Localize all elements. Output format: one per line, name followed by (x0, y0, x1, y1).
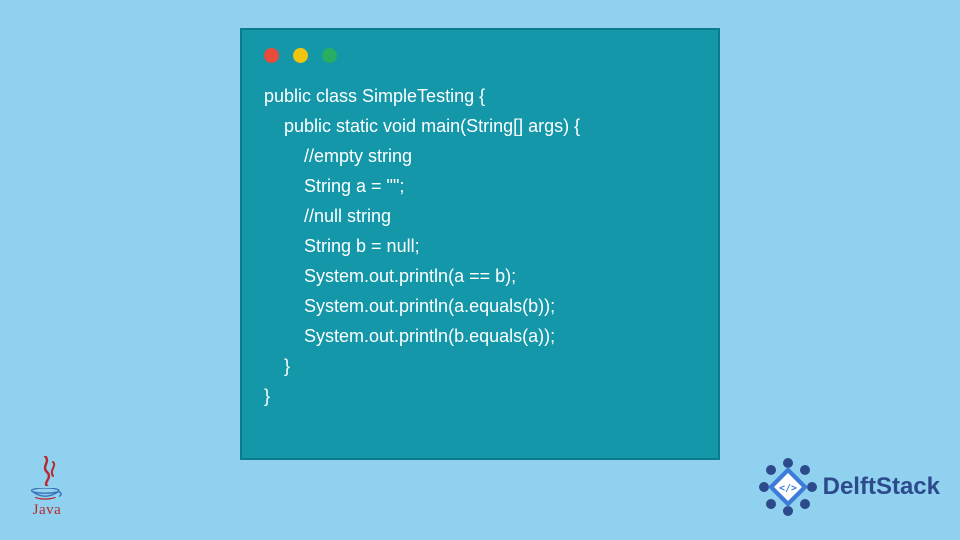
java-logo: Java (22, 456, 72, 526)
window-close-dot (264, 48, 279, 63)
java-steam-icon (33, 456, 61, 486)
java-cup-icon (27, 488, 67, 500)
delftstack-brand-text: DelftStack (823, 473, 940, 501)
code-window: public class SimpleTesting { public stat… (240, 28, 720, 460)
delftstack-emblem-glyph: </> (779, 483, 797, 494)
java-logo-label: Java (33, 502, 62, 519)
delftstack-logo: </> DelftStack (759, 458, 940, 516)
window-zoom-dot (322, 48, 337, 63)
titlebar-dots (264, 48, 696, 63)
code-block: public class SimpleTesting { public stat… (264, 81, 696, 411)
window-minimize-dot (293, 48, 308, 63)
delftstack-emblem-icon: </> (759, 458, 817, 516)
